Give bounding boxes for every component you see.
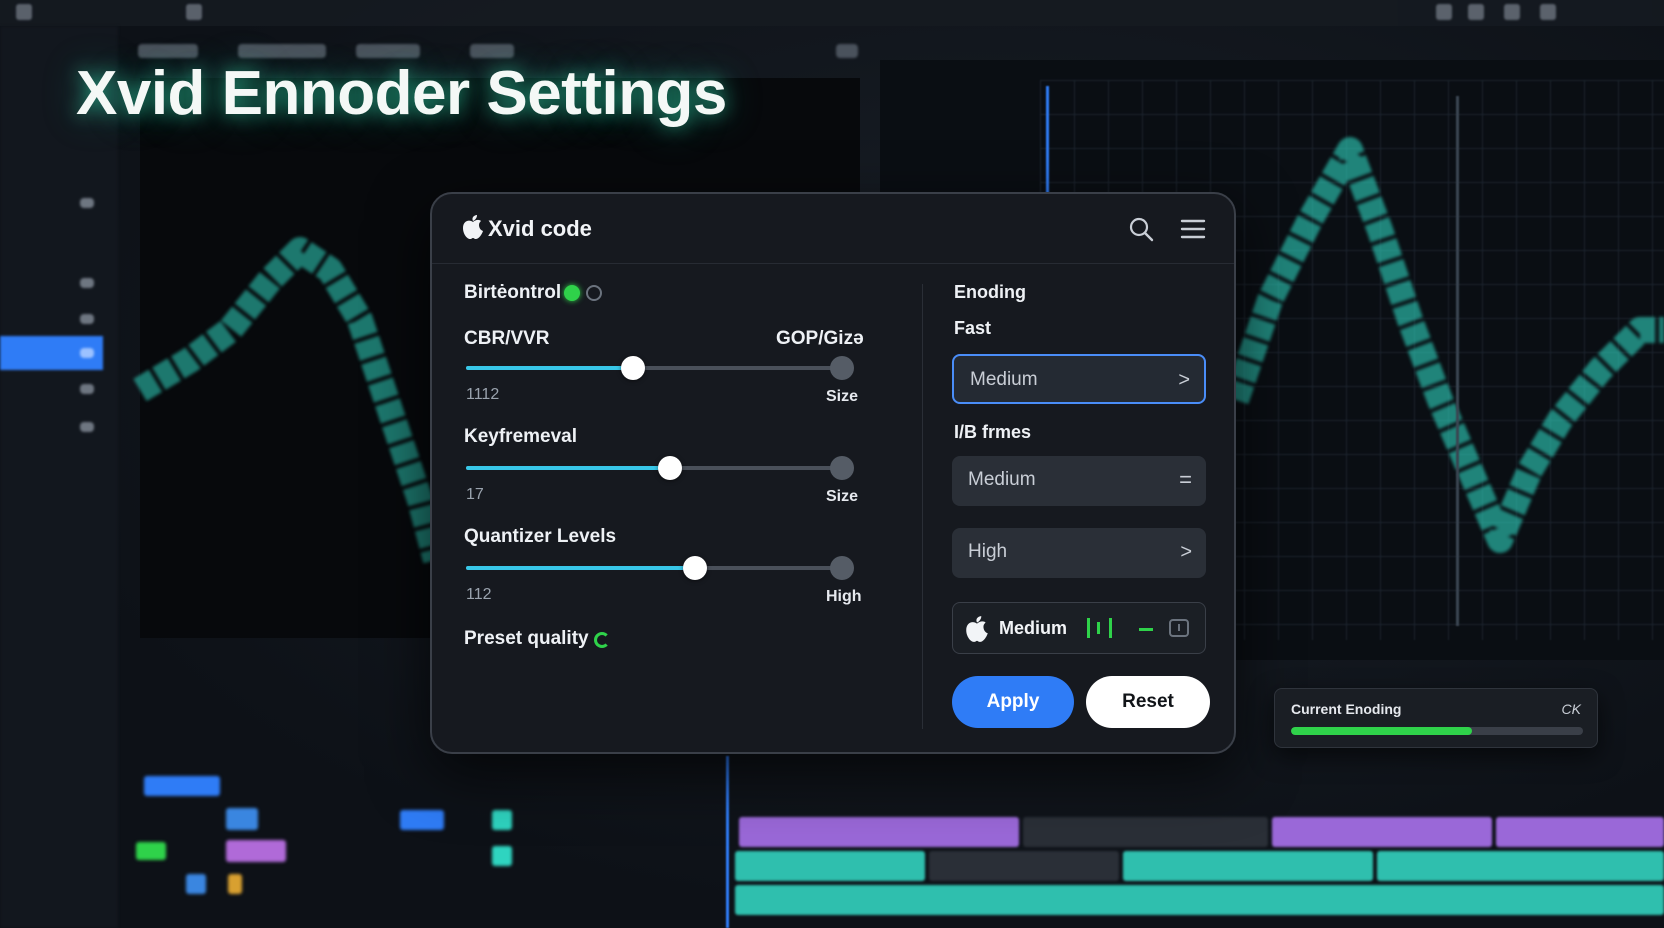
loading-spinner-icon: [594, 632, 610, 648]
current-encoding-widget: Current Enoding CK: [1274, 688, 1598, 748]
level-meter-bar: [1109, 618, 1112, 638]
speed-select[interactable]: Medium >: [952, 354, 1206, 404]
apple-icon: [463, 215, 483, 239]
video-editor-screen: Xvid Ennoder Settings Xvid code Birtėont…: [0, 0, 1664, 928]
current-encoding-title: Current Enoding: [1291, 701, 1402, 717]
keyframe-interval-slider-thumb[interactable]: [657, 456, 682, 480]
keyframe-side-label: Size: [826, 488, 859, 505]
quantizer-value: 112: [466, 586, 492, 603]
equals-icon: =: [1179, 467, 1192, 492]
encoder-settings-dialog: Xvid code Birtėontrol CBR/VVR GOP/Gizə 1…: [430, 192, 1236, 754]
ib-frames-label: I/B frmes: [954, 422, 1032, 442]
ib-frames-select[interactable]: Medium =: [952, 456, 1206, 506]
info-icon[interactable]: [1169, 619, 1189, 637]
cbr-vbr-slider[interactable]: [466, 356, 836, 380]
page-title: Xvid Ennoder Settings: [76, 59, 727, 128]
cbr-vbr-label: CBR/VVR: [464, 328, 550, 349]
gop-size-label: GOP/Gizə: [776, 328, 864, 349]
apple-icon: [966, 616, 988, 642]
preset-quality-label: Preset quality: [464, 628, 589, 649]
dialog-header: Xvid code: [432, 194, 1234, 264]
bitrate-control-off-toggle[interactable]: [586, 285, 602, 301]
cbr-vbr-slider-thumb[interactable]: [620, 356, 645, 380]
keyframe-size-knob[interactable]: [830, 456, 854, 480]
speed-label: Fast: [954, 318, 992, 338]
speed-select-value: Medium: [970, 369, 1038, 390]
menu-icon[interactable]: [1180, 218, 1206, 240]
cbr-vbr-side-label: Size: [826, 388, 859, 405]
quality-select-value: High: [968, 541, 1008, 562]
encoding-progress-fill: [1291, 727, 1473, 735]
keyframe-value: 17: [466, 486, 484, 503]
quantizer-high-knob[interactable]: [830, 556, 854, 580]
keyframe-interval-label: Keyfremeval: [464, 426, 578, 447]
quantizer-levels-slider[interactable]: [466, 556, 836, 580]
quantizer-levels-slider-thumb[interactable]: [683, 556, 708, 580]
bitrate-control-on-toggle[interactable]: [564, 285, 580, 301]
search-icon[interactable]: [1128, 216, 1154, 242]
chevron-right-icon: >: [1178, 369, 1190, 391]
level-meter-bar: [1097, 622, 1100, 634]
dialog-title: Xvid code: [488, 216, 592, 241]
column-divider: [922, 284, 923, 729]
level-meter-dash: [1139, 628, 1153, 631]
bitrate-control-label: Birtėontrol: [464, 282, 562, 303]
quantizer-levels-label: Quantizer Levels: [464, 526, 617, 547]
keyframe-interval-slider[interactable]: [466, 456, 836, 480]
profile-selector[interactable]: Medium: [952, 602, 1206, 654]
level-meter-bar: [1087, 618, 1090, 638]
playhead-line[interactable]: [1046, 86, 1049, 196]
timeline-tracks: [735, 785, 1664, 928]
marker-line: [1456, 96, 1459, 626]
gop-size-knob[interactable]: [830, 356, 854, 380]
chevron-right-icon: >: [1180, 541, 1192, 563]
profile-value: Medium: [999, 618, 1068, 638]
ib-frames-select-value: Medium: [968, 469, 1036, 490]
encoding-section-title: Enoding: [954, 282, 1026, 302]
quality-select[interactable]: High >: [952, 528, 1206, 578]
reset-button[interactable]: Reset: [1086, 676, 1210, 728]
apply-button[interactable]: Apply: [952, 676, 1074, 728]
quantizer-side-label: High: [826, 588, 862, 605]
encoding-progress-bar: [1291, 727, 1583, 735]
cbr-vbr-value: 1112: [466, 386, 500, 403]
current-encoding-status: CK: [1561, 701, 1581, 717]
